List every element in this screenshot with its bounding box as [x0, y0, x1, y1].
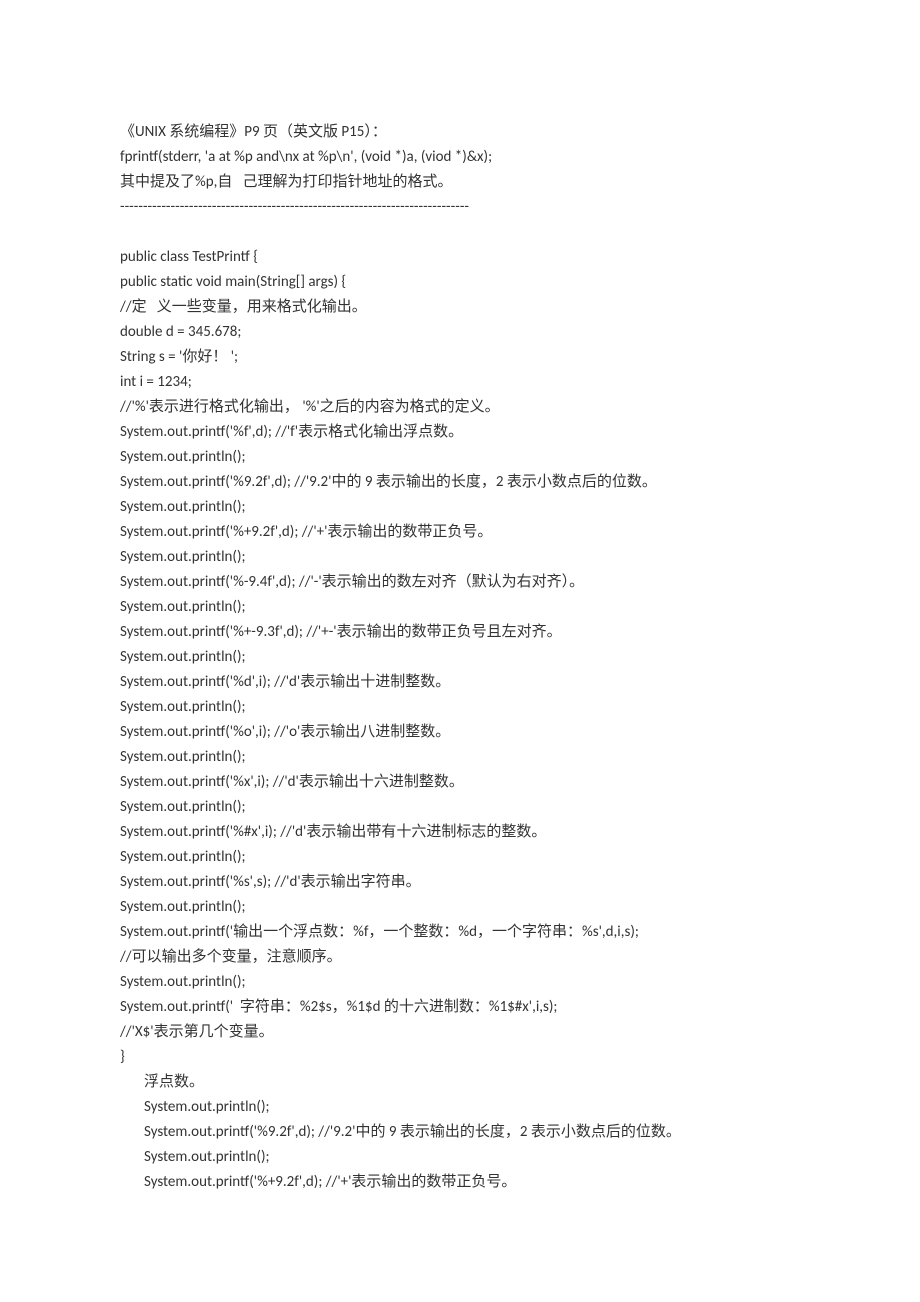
code-line: System.out.println();: [120, 795, 800, 820]
code-line: System.out.println();: [120, 745, 800, 770]
code-line: System.out.println();: [120, 695, 800, 720]
code-line: System.out.println();: [120, 1095, 800, 1120]
code-line: double d = 345.678;: [120, 320, 800, 345]
code-line: System.out.printf('%f',d); //'f'表示格式化输出浮…: [120, 420, 800, 445]
code-line: public static void main(String[] args) {: [120, 270, 800, 295]
code-line: System.out.println();: [120, 595, 800, 620]
code-line: System.out.printf(' 字符串：%2$s，%1$d 的十六进制数…: [120, 995, 800, 1020]
code-line: //可以输出多个变量，注意顺序。: [120, 945, 800, 970]
code-line: System.out.printf('%x',i); //'d'表示输出十六进制…: [120, 770, 800, 795]
code-line: //定 义一些变量，用来格式化输出。: [120, 295, 800, 320]
code-line: int i = 1234;: [120, 370, 800, 395]
code-line: System.out.println();: [120, 1145, 800, 1170]
code-line: System.out.printf('%+-9.3f',d); //'+-'表示…: [120, 620, 800, 645]
code-line: System.out.printf('%+9.2f',d); //'+'表示输出…: [120, 1170, 800, 1195]
document-page: 《UNIX 系统编程》P9 页（英文版 P15）：fprintf(stderr,…: [0, 0, 920, 1255]
code-line: System.out.printf('%o',i); //'o'表示输出八进制整…: [120, 720, 800, 745]
code-line: System.out.println();: [120, 845, 800, 870]
code-line: System.out.println();: [120, 970, 800, 995]
code-line: [120, 220, 800, 245]
code-line: System.out.println();: [120, 495, 800, 520]
code-line: System.out.printf('%9.2f',d); //'9.2'中的 …: [120, 1120, 800, 1145]
code-line: ----------------------------------------…: [120, 195, 800, 220]
code-line: fprintf(stderr, 'a at %p and\nx at %p\n'…: [120, 145, 800, 170]
code-line: System.out.println();: [120, 895, 800, 920]
code-line: System.out.printf('%d',i); //'d'表示输出十进制整…: [120, 670, 800, 695]
code-line: System.out.println();: [120, 445, 800, 470]
code-line: System.out.printf('输出一个浮点数：%f，一个整数：%d，一个…: [120, 920, 800, 945]
code-line: System.out.println();: [120, 545, 800, 570]
code-line: System.out.printf('%#x',i); //'d'表示输出带有十…: [120, 820, 800, 845]
code-line: }: [120, 1045, 800, 1070]
code-line: 其中提及了%p,自 己理解为打印指针地址的格式。: [120, 170, 800, 195]
code-line: //'%'表示进行格式化输出， '%'之后的内容为格式的定义。: [120, 395, 800, 420]
code-line: System.out.printf('%+9.2f',d); //'+'表示输出…: [120, 520, 800, 545]
code-line: public class TestPrintf {: [120, 245, 800, 270]
code-line: System.out.printf('%9.2f',d); //'9.2'中的 …: [120, 470, 800, 495]
code-line: System.out.printf('%s',s); //'d'表示输出字符串。: [120, 870, 800, 895]
code-line: String s = '你好！ ';: [120, 345, 800, 370]
code-line: System.out.println();: [120, 645, 800, 670]
code-line: //'X$'表示第几个变量。: [120, 1020, 800, 1045]
code-line: System.out.printf('%-9.4f',d); //'-'表示输出…: [120, 570, 800, 595]
code-line: 《UNIX 系统编程》P9 页（英文版 P15）：: [120, 120, 800, 145]
code-line: 浮点数。: [120, 1070, 800, 1095]
